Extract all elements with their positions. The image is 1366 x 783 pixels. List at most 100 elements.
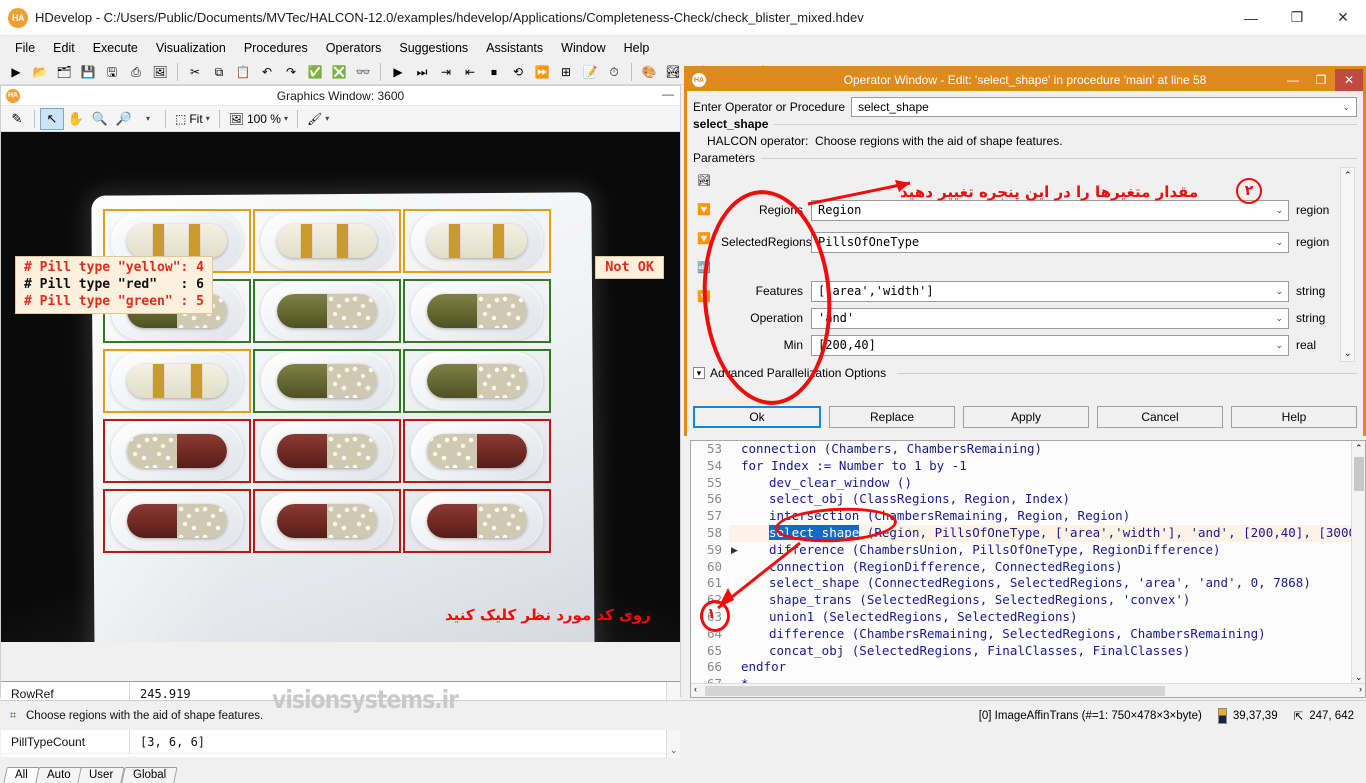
new-program-icon[interactable]: ▶︎ (5, 61, 27, 83)
scrollbar-thumb[interactable] (1354, 457, 1364, 491)
scroll-left-icon[interactable]: ‹ (694, 684, 697, 694)
draw-mode-icon[interactable]: ✎ (5, 108, 29, 130)
timer-icon[interactable]: ⏱ (603, 61, 625, 83)
maximize-button[interactable]: ❐ (1274, 0, 1320, 36)
chevron-down-icon[interactable]: ⌄ (1275, 237, 1283, 248)
inspect-icon[interactable]: 👓 (352, 61, 374, 83)
chevron-down-icon[interactable]: ⌄ (1275, 205, 1283, 216)
table-row[interactable]: PillTypeCount [3, 6, 6] (1, 729, 680, 754)
menu-procedures[interactable]: Procedures (235, 38, 317, 58)
ok-button[interactable]: Ok (693, 406, 821, 428)
apply-button[interactable]: Apply (963, 406, 1089, 428)
graphics-canvas[interactable]: # Pill type "yellow": 4 # Pill type "red"… (1, 132, 680, 642)
menu-help[interactable]: Help (615, 38, 659, 58)
reset-program-icon[interactable]: ⟲ (507, 61, 529, 83)
code-line[interactable]: 62 shape_trans (SelectedRegions, Selected… (691, 592, 1365, 609)
deactivate-line-icon[interactable]: ❎ (328, 61, 350, 83)
code-line[interactable]: 66 endfor (691, 659, 1365, 677)
operator-close-button[interactable]: ✕ (1335, 69, 1363, 91)
scroll-down-icon[interactable]: ⌄ (670, 745, 678, 756)
graphics-window-minimize-button[interactable]: — (662, 87, 674, 101)
menu-suggestions[interactable]: Suggestions (390, 38, 477, 58)
zoom-level-caret-icon[interactable]: ▾ (284, 114, 288, 123)
code-line[interactable]: 59 difference (ChambersUnion, PillsOfOneT… (691, 541, 1365, 559)
scroll-down-icon[interactable]: ⌄ (1344, 348, 1352, 359)
parameter-input-features[interactable]: ['area','width'] ⌄ (811, 280, 1289, 302)
menu-execute[interactable]: Execute (84, 38, 147, 58)
menu-window[interactable]: Window (552, 38, 614, 58)
stop-icon[interactable]: ⏹ (483, 61, 505, 83)
scroll-up-icon[interactable]: ⌃ (1355, 443, 1363, 454)
code-line[interactable]: 53 connection (Chambers, ChambersRemainin… (691, 441, 1365, 458)
code-line[interactable]: 56 select_obj (ClassRegions, Region, Inde… (691, 491, 1365, 509)
tab-user[interactable]: User (77, 767, 126, 783)
fit-control[interactable]: ⬚ Fit ▾ (171, 112, 214, 126)
parameter-input-selectedregions[interactable]: PillsOfOneType ⌄ (811, 231, 1289, 253)
code-line[interactable]: 64 difference (ChambersRemaining, Selecte… (691, 625, 1365, 643)
run-icon[interactable]: ▶ (387, 61, 409, 83)
code-line[interactable]: 61 select_shape (ConnectedRegions, Select… (691, 575, 1365, 593)
variable-window-icon[interactable]: 🎨 (638, 61, 660, 83)
code-line[interactable]: 65 concat_obj (SelectedRegions, FinalClas… (691, 642, 1365, 660)
chevron-down-icon[interactable]: ⌄ (1275, 340, 1283, 351)
edit-procedure-icon[interactable]: 📝 (579, 61, 601, 83)
step-out-icon[interactable]: ⇤ (459, 61, 481, 83)
magnifier-icon[interactable]: 🔍 (88, 108, 112, 130)
code-line[interactable]: 63 union1 (SelectedRegions, SelectedRegio… (691, 608, 1365, 626)
step-over-icon[interactable]: ⏭ (411, 61, 433, 83)
export-icon[interactable]: ⎙ (125, 61, 147, 83)
help-button[interactable]: Help (1231, 406, 1357, 428)
continue-icon[interactable]: ⏩ (531, 61, 553, 83)
graphics-window-icon[interactable]: 🏞 (662, 61, 684, 83)
scrollbar-thumb[interactable] (705, 686, 1165, 696)
undo-icon[interactable]: ↶ (256, 61, 278, 83)
color-caret-icon[interactable]: ▾ (325, 114, 329, 123)
code-horizontal-scrollbar[interactable]: ‹ › (691, 683, 1365, 697)
code-line[interactable]: 55 dev_clear_window () (691, 474, 1365, 492)
save-program-icon[interactable]: 💾 (77, 61, 99, 83)
copy-icon[interactable]: ⧉ (208, 61, 230, 83)
operator-minimize-button[interactable]: — (1279, 69, 1307, 91)
color-control[interactable]: 🖌 ▾ (303, 112, 333, 126)
scroll-down-icon[interactable]: ⌄ (1355, 672, 1363, 683)
code-vertical-scrollbar[interactable]: ⌃ ⌄ (1351, 441, 1365, 685)
code-line[interactable]: 60 connection (RegionDifference, Connecte… (691, 558, 1365, 576)
image-acquisition-icon[interactable]: 🖼 (149, 61, 171, 83)
menu-operators[interactable]: Operators (317, 38, 391, 58)
menu-edit[interactable]: Edit (44, 38, 84, 58)
hand-pan-icon[interactable]: ✋ (64, 108, 88, 130)
code-line[interactable]: 54 for Index := Number to 1 by -1 (691, 457, 1365, 475)
menu-assistants[interactable]: Assistants (477, 38, 552, 58)
tab-all[interactable]: All (3, 767, 40, 783)
fit-caret-icon[interactable]: ▾ (206, 114, 210, 123)
step-into-icon[interactable]: ⇥ (435, 61, 457, 83)
arrow-select-icon[interactable]: ↖ (40, 107, 64, 130)
chevron-down-icon[interactable]: ⌄ (1275, 286, 1283, 297)
parameter-input-operation[interactable]: 'and' ⌄ (811, 307, 1289, 329)
tab-global[interactable]: Global (121, 767, 178, 783)
insert-operator-icon[interactable]: ⊞ (555, 61, 577, 83)
chevron-down-icon[interactable]: ⌄ (1275, 313, 1283, 324)
scroll-right-icon[interactable]: › (1359, 684, 1362, 694)
save-as-icon[interactable]: 🖫 (101, 61, 123, 83)
cancel-button[interactable]: Cancel (1097, 406, 1223, 428)
operator-maximize-button[interactable]: ❐ (1307, 69, 1335, 91)
close-button[interactable]: ✕ (1320, 0, 1366, 36)
operator-name-input[interactable]: select_shape ⌄ (851, 97, 1357, 117)
zoom-dropdown-caret-icon[interactable]: ▾ (136, 108, 160, 130)
parameter-input-regions[interactable]: Region ⌄ (811, 199, 1289, 221)
open-program-icon[interactable]: 📂 (29, 61, 51, 83)
magnifier-plus-icon[interactable]: 🔎 (112, 108, 136, 130)
zoom-level-control[interactable]: 🖼 100 % ▾ (225, 112, 292, 126)
parameter-input-min[interactable]: [200,40] ⌄ (811, 334, 1289, 356)
chevron-down-icon[interactable]: ⌄ (1342, 102, 1350, 113)
scroll-up-icon[interactable]: ⌃ (1344, 170, 1352, 181)
paste-icon[interactable]: 📋 (232, 61, 254, 83)
cut-icon[interactable]: ✂ (184, 61, 206, 83)
advanced-options-checkbox[interactable]: ▾ (693, 367, 705, 379)
redo-icon[interactable]: ↷ (280, 61, 302, 83)
minimize-button[interactable]: — (1228, 0, 1274, 36)
activate-line-icon[interactable]: ✅ (304, 61, 326, 83)
menu-file[interactable]: File (6, 38, 44, 58)
replace-button[interactable]: Replace (829, 406, 955, 428)
